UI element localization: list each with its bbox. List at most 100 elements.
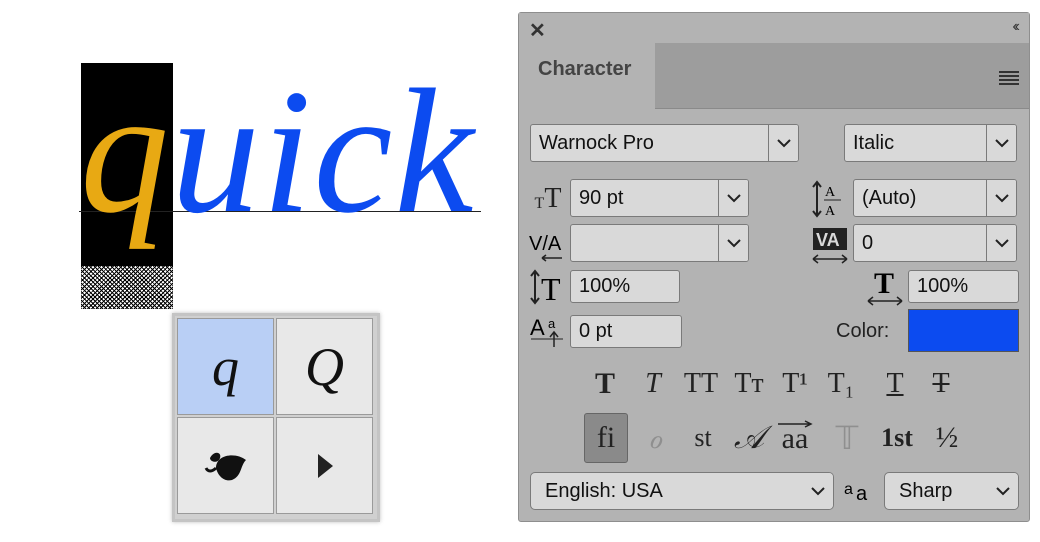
glyph-alternates-popup: q Q [172,313,380,522]
horizontal-scale-input[interactable]: 100% [908,270,1019,303]
selection-hatch [81,266,173,309]
standard-ligatures-button[interactable]: fi [584,413,628,463]
all-caps-button[interactable]: TT [679,362,723,406]
language-dropdown[interactable]: English: USA [530,472,834,510]
underline-icon: T [886,368,904,399]
more-alternates-button[interactable] [276,417,373,514]
subscript-button[interactable]: T₁ [821,362,861,406]
svg-text:a: a [844,481,853,498]
ligature-fi-icon: fi [596,421,616,454]
fractions-button[interactable]: ½ [925,413,969,463]
svg-text:VA: VA [816,230,840,250]
language-value: English: USA [545,480,663,502]
font-size-icon: TT [534,183,562,214]
character-panel: ✕ ‹‹ Character Warnock Pro Italic TT 90 … [518,12,1030,522]
panel-titlebar: ✕ ‹‹ [519,13,1029,43]
faux-bold-button[interactable]: T [585,362,625,406]
contextual-alternates-button[interactable]: ℴ [633,413,677,463]
font-family-dropdown[interactable]: Warnock Pro [530,124,799,162]
close-icon[interactable]: ✕ [529,18,546,43]
baseline-shift-icon: Aa [529,313,567,349]
opentype-buttons: fi ℴ st 𝒜 aa 𝕋 1st ½ [579,413,979,463]
selected-glyph[interactable]: q [80,52,171,250]
chevron-down-icon [986,125,1016,161]
chevron-down-icon [718,225,748,261]
chevron-down-icon [986,225,1016,261]
alternate-q-italic[interactable]: q [177,318,274,415]
vertical-scale-icon: T [529,269,567,305]
chevron-down-icon [803,473,833,509]
antialias-value: Sharp [899,480,953,502]
triangle-right-icon [317,453,333,478]
antialias-dropdown[interactable]: Sharp [884,472,1019,510]
contextual-alternates-icon: ℴ [648,421,662,455]
svg-text:T: T [541,271,561,305]
underline-button[interactable]: T [875,362,915,406]
faux-italic-icon: T [645,368,661,399]
strikethrough-button[interactable]: T [921,362,961,406]
tab-character[interactable]: Character [519,43,655,109]
chevron-down-icon [986,180,1016,216]
superscript-button[interactable]: T¹ [775,362,815,406]
font-family-value: Warnock Pro [539,132,654,154]
panel-menu-icon[interactable] [999,71,1019,87]
ordinals-icon: 1st [881,423,913,452]
tracking-dropdown[interactable]: 0 [853,224,1017,262]
text-color-swatch[interactable] [908,309,1019,352]
swash-button[interactable]: 𝒜 [727,413,771,463]
titling-alternates-button[interactable]: 𝕋 [825,413,869,463]
horizontal-scale-value: 100% [917,275,969,297]
panel-tabbar: Character [519,43,1029,109]
stylistic-alternates-icon: aa [781,422,809,455]
alternate-ornament[interactable] [177,417,274,514]
antialias-icon: aa [843,476,875,506]
alternate-glyph: q [212,336,239,397]
tracking-value: 0 [862,232,874,254]
svg-text:A: A [825,185,836,200]
chevron-down-icon [988,473,1018,509]
horizontal-scale-icon: T [865,267,905,307]
fractions-icon: ½ [935,421,959,454]
color-label: Color: [836,320,890,342]
chevron-down-icon [718,180,748,216]
font-size-dropdown[interactable]: 90 pt [570,179,749,217]
type-style-buttons: T T TT Tт T¹ T₁ T T [579,362,979,406]
text-layer-quick[interactable]: quick [80,62,475,240]
leading-value: (Auto) [862,187,917,209]
svg-text:V/A: V/A [529,233,562,255]
baseline-shift-value: 0 pt [579,320,613,342]
discretionary-ligatures-button[interactable]: st [681,413,725,463]
collapse-icon[interactable]: ‹‹ [1012,18,1019,36]
svg-text:A: A [825,204,836,219]
chevron-down-icon [768,125,798,161]
leading-dropdown[interactable]: (Auto) [853,179,1017,217]
svg-text:T: T [874,267,894,300]
kerning-dropdown[interactable] [570,224,749,262]
alternate-Q-swash[interactable]: Q [276,318,373,415]
vertical-scale-input[interactable]: 100% [570,270,680,303]
discretionary-ligature-icon: st [694,423,712,452]
font-size-value: 90 pt [579,187,624,209]
svg-text:a: a [548,316,556,331]
faux-bold-icon: T [594,367,615,400]
vertical-scale-value: 100% [579,275,631,297]
subscript-icon: T₁ [827,368,855,399]
small-caps-button[interactable]: Tт [727,362,771,406]
faux-italic-button[interactable]: T [633,362,673,406]
tracking-icon: VA [811,226,849,266]
all-caps-icon: TT [683,368,719,399]
strikethrough-icon: T [932,368,950,399]
ordinals-button[interactable]: 1st [871,413,923,463]
text-remaining[interactable]: uick [171,52,475,250]
font-style-value: Italic [853,132,895,154]
baseline-shift-input[interactable]: 0 pt [570,315,682,348]
leading-icon: AA [811,179,845,219]
leaf-ornament-icon [204,452,246,480]
svg-text:A: A [530,315,545,340]
small-caps-icon: Tт [734,368,764,399]
swash-icon: 𝒜 [733,419,765,455]
kerning-icon: V/A [528,228,568,264]
font-style-dropdown[interactable]: Italic [844,124,1017,162]
stylistic-alternates-button[interactable]: aa [773,413,817,463]
svg-text:a: a [856,483,868,505]
